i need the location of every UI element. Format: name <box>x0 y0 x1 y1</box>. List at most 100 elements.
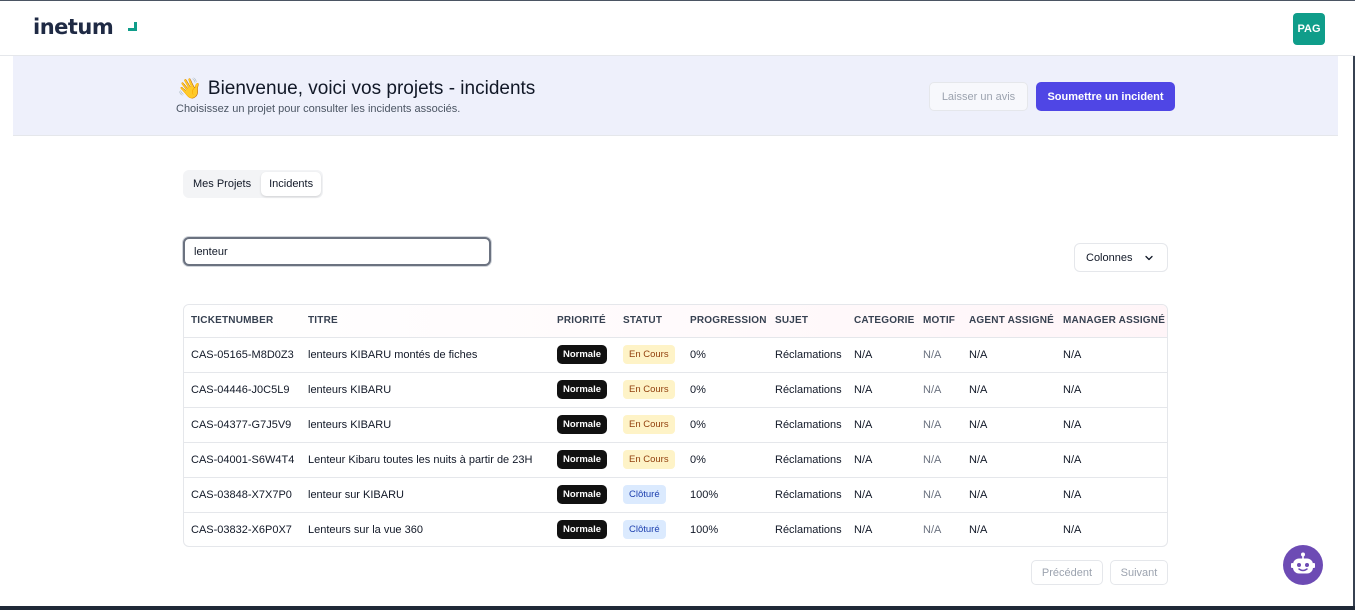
status-badge: En Cours <box>623 345 675 364</box>
column-header-priorite[interactable]: PRIORITÉ <box>550 305 616 338</box>
title-cell: lenteurs KIBARU <box>308 418 392 431</box>
incidents-table: TICKETNUMBER TITRE PRIORITÉ STATUT PROGR… <box>183 304 1168 547</box>
chevron-down-icon <box>1145 255 1154 260</box>
agent-cell: N/A <box>969 523 988 536</box>
subject-cell: Réclamations <box>775 523 842 536</box>
category-cell: N/A <box>854 523 873 536</box>
status-cell: En Cours <box>616 337 683 372</box>
next-page-button[interactable]: Suivant <box>1110 560 1168 585</box>
column-header-progression[interactable]: PROGRESSION <box>683 305 768 338</box>
manager-cell: N/A <box>1063 418 1082 431</box>
category-cell: N/A <box>854 488 873 501</box>
waving-hand-icon: 👋 <box>177 78 202 100</box>
status-cell: Clôturé <box>616 477 683 512</box>
tab-mes-projets[interactable]: Mes Projets <box>185 172 259 196</box>
ticket-number-cell: CAS-04001-S6W4T4 <box>191 453 295 466</box>
logo-mark-icon <box>128 22 137 31</box>
manager-cell: N/A <box>1063 453 1082 466</box>
progress-cell: 0% <box>690 348 706 361</box>
progress-cell: 0% <box>690 418 706 431</box>
table-row[interactable]: CAS-03848-X7X7P0 lenteur sur KIBARU Norm… <box>184 477 1167 512</box>
page-title: 👋 Bienvenue, voici vos projets - inciden… <box>177 78 535 100</box>
agent-cell: N/A <box>969 418 988 431</box>
tab-incidents[interactable]: Incidents <box>261 172 322 196</box>
previous-page-button[interactable]: Précédent <box>1031 560 1103 585</box>
chatbot-button[interactable] <box>1283 545 1323 585</box>
feedback-button[interactable]: Laisser un avis <box>929 82 1028 111</box>
reason-cell: N/A <box>923 383 942 396</box>
view-tabs: Mes Projets Incidents <box>183 170 324 198</box>
subject-cell: Réclamations <box>775 348 842 361</box>
table-row[interactable]: CAS-03832-X6P0X7 Lenteurs sur la vue 360… <box>184 512 1167 546</box>
page-subtitle: Choisissez un projet pour consulter les … <box>176 103 461 115</box>
category-cell: N/A <box>854 348 873 361</box>
status-badge: En Cours <box>623 380 675 399</box>
column-header-agent[interactable]: AGENT ASSIGNÉ <box>962 305 1056 338</box>
column-header-manager[interactable]: MANAGER ASSIGNÉ <box>1056 305 1167 338</box>
reason-cell: N/A <box>923 453 942 466</box>
ticket-number-cell: CAS-05165-M8D0Z3 <box>191 348 294 361</box>
subject-cell: Réclamations <box>775 418 842 431</box>
progress-cell: 0% <box>690 453 706 466</box>
progress-cell: 0% <box>690 383 706 396</box>
ticket-number-cell: CAS-03848-X7X7P0 <box>191 488 292 501</box>
column-header-motif[interactable]: MOTIF <box>916 305 962 338</box>
reason-cell: N/A <box>923 418 942 431</box>
column-header-statut[interactable]: STATUT <box>616 305 683 338</box>
subject-cell: Réclamations <box>775 488 842 501</box>
priority-badge: Normale <box>557 415 608 434</box>
ticket-number-cell: CAS-04377-G7J5V9 <box>191 418 292 431</box>
submit-incident-button[interactable]: Soumettre un incident <box>1036 82 1175 111</box>
welcome-banner: 👋 Bienvenue, voici vos projets - inciden… <box>13 56 1338 136</box>
reason-cell: N/A <box>923 523 942 536</box>
columns-button-label: Colonnes <box>1086 251 1133 264</box>
status-badge: En Cours <box>623 450 675 469</box>
title-cell: lenteur sur KIBARU <box>308 488 404 501</box>
subject-cell: Réclamations <box>775 453 842 466</box>
priority-cell: Normale <box>550 442 616 477</box>
column-header-sujet[interactable]: SUJET <box>768 305 847 338</box>
priority-cell: Normale <box>550 407 616 442</box>
category-cell: N/A <box>854 383 873 396</box>
progress-cell: 100% <box>690 523 719 536</box>
ticket-number-cell: CAS-04446-J0C5L9 <box>191 383 290 396</box>
top-navbar: inetum PAG <box>0 0 1355 56</box>
user-avatar[interactable]: PAG <box>1293 13 1325 45</box>
progress-cell: 100% <box>690 488 719 501</box>
priority-cell: Normale <box>550 477 616 512</box>
title-cell: lenteurs KIBARU <box>308 383 392 396</box>
table-row[interactable]: CAS-05165-M8D0Z3 lenteurs KIBARU montés … <box>184 337 1167 372</box>
manager-cell: N/A <box>1063 488 1082 501</box>
brand-logo[interactable]: inetum <box>33 15 114 39</box>
table-row[interactable]: CAS-04377-G7J5V9 lenteurs KIBARU Normale… <box>184 407 1167 442</box>
window-bottom-edge <box>0 606 1355 610</box>
table-row[interactable]: CAS-04001-S6W4T4 Lenteur Kibaru toutes l… <box>184 442 1167 477</box>
reason-cell: N/A <box>923 488 942 501</box>
status-badge: Clôturé <box>623 485 666 504</box>
category-cell: N/A <box>854 453 873 466</box>
priority-cell: Normale <box>550 337 616 372</box>
category-cell: N/A <box>854 418 873 431</box>
table-header-row: TICKETNUMBER TITRE PRIORITÉ STATUT PROGR… <box>184 305 1167 338</box>
agent-cell: N/A <box>969 348 988 361</box>
column-header-ticketnumber[interactable]: TICKETNUMBER <box>184 305 301 338</box>
priority-badge: Normale <box>557 380 608 399</box>
table-row[interactable]: CAS-04446-J0C5L9 lenteurs KIBARU Normale… <box>184 372 1167 407</box>
status-badge: Clôturé <box>623 520 666 540</box>
status-cell: En Cours <box>616 372 683 407</box>
priority-cell: Normale <box>550 512 616 546</box>
agent-cell: N/A <box>969 383 988 396</box>
priority-badge: Normale <box>557 520 608 540</box>
priority-cell: Normale <box>550 372 616 407</box>
subject-cell: Réclamations <box>775 383 842 396</box>
column-header-titre[interactable]: TITRE <box>301 305 550 338</box>
page-title-text: Bienvenue, voici vos projets - incidents <box>207 78 536 99</box>
priority-badge: Normale <box>557 450 608 469</box>
status-cell: Clôturé <box>616 512 683 546</box>
search-input[interactable] <box>183 237 491 266</box>
robot-icon <box>1291 552 1315 574</box>
status-cell: En Cours <box>616 407 683 442</box>
columns-dropdown-button[interactable]: Colonnes <box>1074 243 1168 272</box>
column-header-categorie[interactable]: CATEGORIE <box>847 305 916 338</box>
title-cell: lenteurs KIBARU montés de fiches <box>308 348 478 361</box>
